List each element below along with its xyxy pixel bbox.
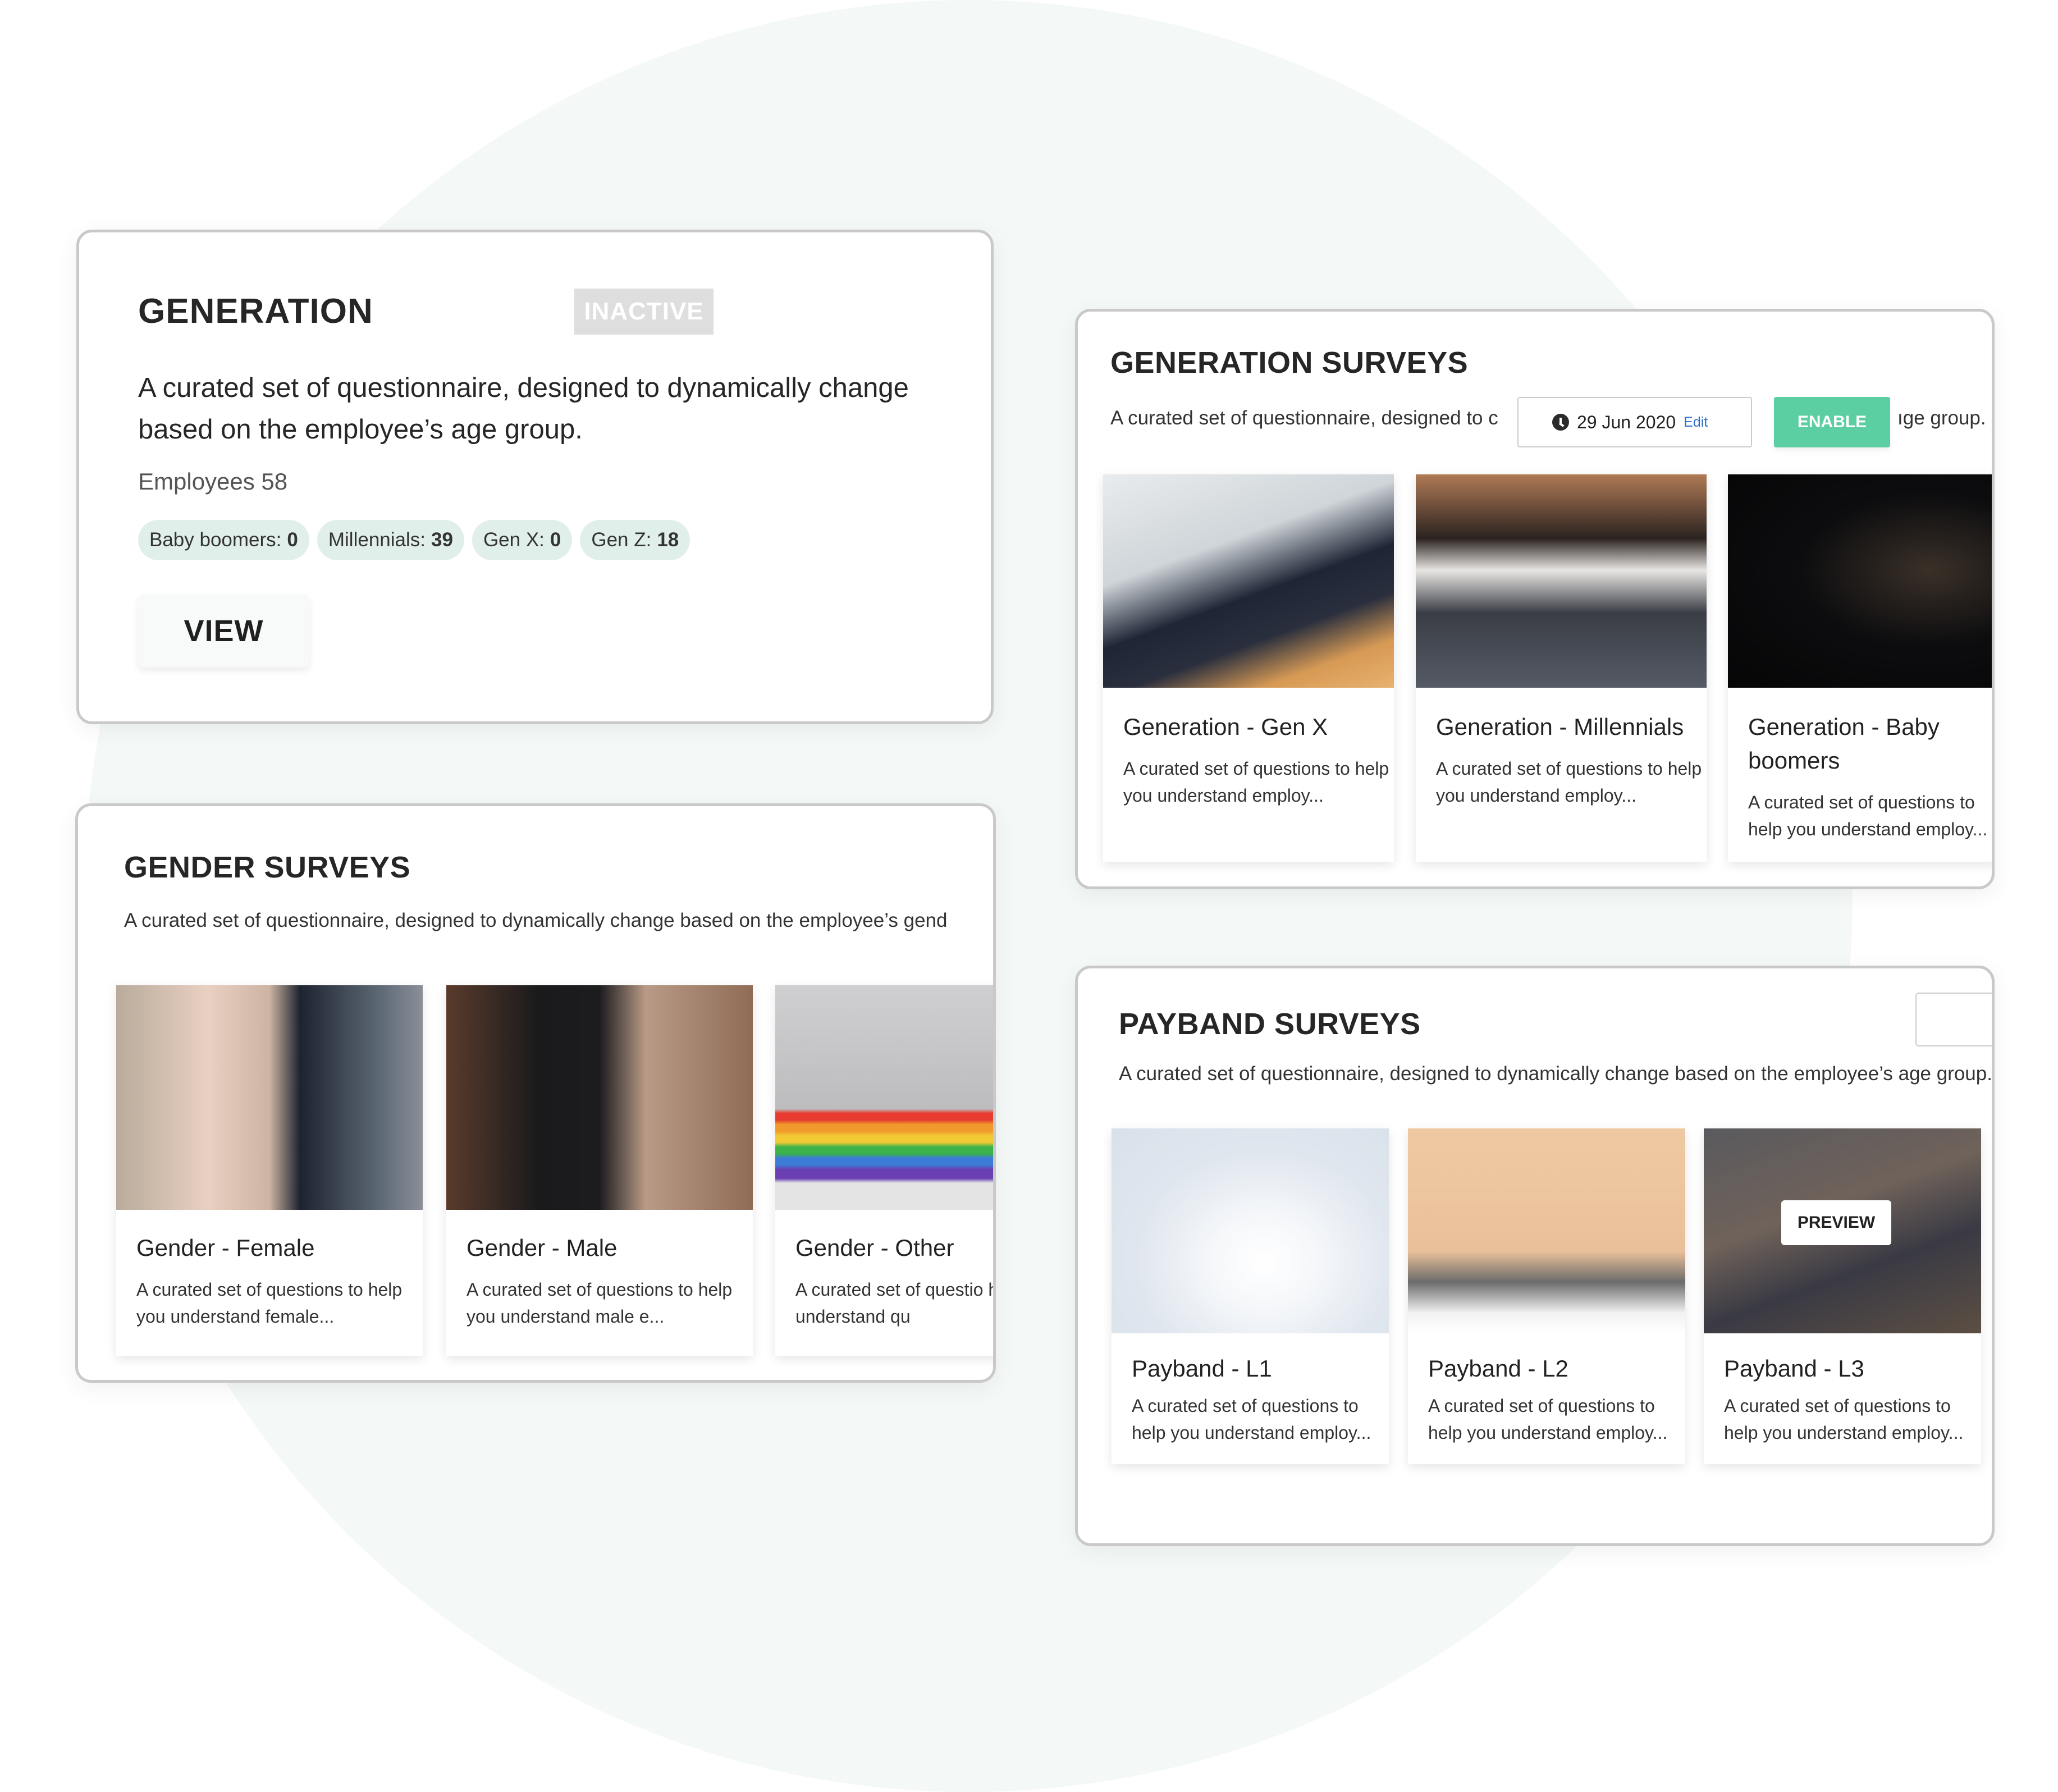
survey-image-rainbow-sweater — [775, 985, 993, 1210]
tag-baby-boomers: Baby boomers: 0 — [138, 520, 309, 560]
survey-image-two-men-in-suits — [1728, 474, 1992, 688]
tag-label: Gen X: — [483, 529, 545, 551]
survey-card-description: A curated set of questio help you unders… — [795, 1279, 993, 1327]
enable-button[interactable]: ENABLE — [1774, 397, 1890, 447]
tag-gen-x: Gen X: 0 — [472, 520, 573, 560]
survey-card-title: Payband - L1 — [1132, 1355, 1272, 1382]
survey-image-office-meeting: PREVIEW — [1704, 1128, 1981, 1333]
survey-card-title: Payband - L2 — [1428, 1355, 1568, 1382]
survey-card-title: Payband - L3 — [1724, 1355, 1864, 1382]
panel-description-tail: ıge group. — [1897, 407, 1986, 429]
survey-card-title: Generation - Baby boomers — [1748, 714, 1940, 774]
panel-title: GENERATION SURVEYS — [1110, 346, 1469, 380]
survey-card-description: A curated set of questions to help you u… — [467, 1279, 733, 1327]
schedule-date: 29 Jun 2020 — [1577, 412, 1676, 432]
survey-card-baby-boomers[interactable]: Generation - Baby boomers A curated set … — [1728, 474, 1992, 862]
tag-value: 39 — [431, 529, 453, 551]
view-button[interactable]: VIEW — [138, 595, 309, 668]
survey-image-team-around-laptop — [1408, 1128, 1685, 1333]
tag-label: Gen Z: — [591, 529, 652, 551]
survey-card-female[interactable]: Gender - Female A curated set of questio… — [116, 985, 423, 1356]
survey-image-woman-with-glasses — [116, 985, 423, 1210]
survey-card-payband-l1[interactable]: Payband - L1 A curated set of questions … — [1112, 1128, 1389, 1464]
survey-card-payband-l3[interactable]: PREVIEW Payband - L3 A curated set of qu… — [1704, 1128, 1981, 1464]
tag-value: 18 — [657, 529, 679, 551]
survey-card-millennials[interactable]: Generation - Millennials A curated set o… — [1416, 474, 1707, 862]
generation-card: GENERATION INACTIVE A curated set of que… — [76, 230, 994, 724]
survey-card-title: Generation - Millennials — [1436, 714, 1684, 740]
survey-card-description: A curated set of questions to help you u… — [136, 1279, 403, 1327]
survey-card-description: A curated set of questions to help you u… — [1724, 1396, 1964, 1443]
payband-surveys-panel: PAYBAND SURVEYS A curated set of questio… — [1075, 966, 1995, 1546]
survey-image-team-meeting — [1416, 474, 1707, 688]
survey-card-other[interactable]: Gender - Other A curated set of questio … — [775, 985, 993, 1356]
generation-surveys-panel: GENERATION SURVEYS A curated set of ques… — [1075, 309, 1995, 889]
survey-card-description: A curated set of questions to help you u… — [1123, 758, 1389, 806]
panel-title: PAYBAND SURVEYS — [1119, 1007, 1421, 1041]
survey-card-title: Gender - Other — [795, 1235, 954, 1261]
status-badge: INACTIVE — [574, 289, 714, 335]
edit-date-link[interactable]: Edit — [1684, 414, 1708, 431]
survey-card-description: A curated set of questions to help you u… — [1132, 1396, 1371, 1443]
tag-value: 0 — [287, 529, 298, 551]
survey-card-description: A curated set of questions to help you u… — [1436, 758, 1702, 806]
gender-surveys-panel: GENDER SURVEYS A curated set of question… — [75, 803, 996, 1383]
schedule-date-box[interactable]: 29 Jun 2020 Edit — [1517, 397, 1752, 447]
survey-image-man-drinking-coffee — [1103, 474, 1394, 688]
panel-title: GENDER SURVEYS — [124, 851, 411, 884]
panel-description: A curated set of questionnaire, designed… — [124, 909, 948, 931]
tag-label: Baby boomers: — [149, 529, 282, 551]
survey-card-male[interactable]: Gender - Male A curated set of questions… — [446, 985, 753, 1356]
schedule-date-box[interactable] — [1915, 993, 1992, 1046]
panel-description: A curated set of questionnaire, designed… — [1110, 407, 1498, 429]
tag-value: 0 — [550, 529, 561, 551]
employee-count: Employees 58 — [138, 468, 288, 495]
survey-image-man-adjusting-tie — [1112, 1128, 1389, 1333]
tag-millennials: Millennials: 39 — [317, 520, 464, 560]
tag-label: Millennials: — [328, 529, 426, 551]
survey-card-gen-x[interactable]: Generation - Gen X A curated set of ques… — [1103, 474, 1394, 862]
survey-image-man-in-suit — [446, 985, 753, 1210]
survey-card-payband-l2[interactable]: Payband - L2 A curated set of questions … — [1408, 1128, 1685, 1464]
card-description: A curated set of questionnaire, designed… — [138, 373, 909, 445]
tag-gen-z: Gen Z: 18 — [580, 520, 690, 560]
survey-card-description: A curated set of questions to help you u… — [1428, 1396, 1668, 1443]
survey-card-title: Gender - Female — [136, 1235, 315, 1261]
panel-description: A curated set of questionnaire, designed… — [1119, 1063, 1992, 1085]
generation-tags: Baby boomers: 0 Millennials: 39 Gen X: 0 Ge… — [138, 520, 690, 560]
survey-card-title: Generation - Gen X — [1123, 714, 1328, 740]
card-title: GENERATION — [138, 292, 373, 331]
preview-button[interactable]: PREVIEW — [1781, 1200, 1891, 1245]
survey-card-description: A curated set of questions to help you u… — [1748, 792, 1988, 839]
clock-icon — [1552, 414, 1569, 431]
survey-card-title: Gender - Male — [467, 1235, 618, 1261]
